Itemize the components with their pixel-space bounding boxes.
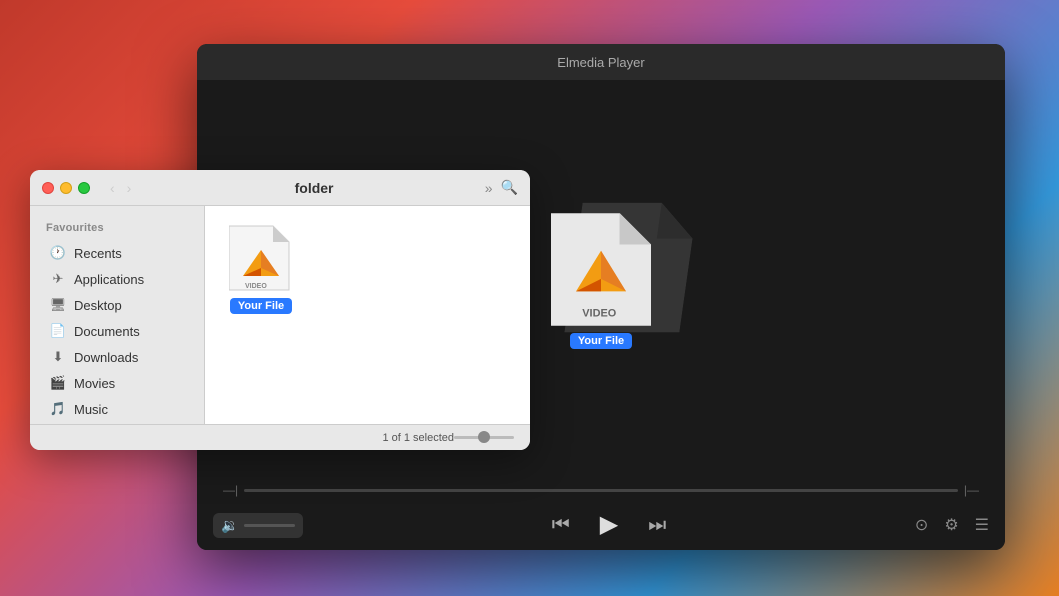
sidebar-item-label-movies: Movies	[74, 376, 115, 391]
player-title: Elmedia Player	[557, 55, 644, 70]
music-icon: 🎵	[50, 401, 66, 417]
finder-main: VIDEO Your File	[205, 206, 530, 424]
finder-file-label: Your File	[230, 298, 292, 314]
sidebar-item-label-applications: Applications	[74, 272, 144, 287]
window-controls	[42, 182, 90, 194]
slider-thumb	[478, 431, 490, 443]
nav-forward-button[interactable]: ›	[123, 178, 136, 198]
svg-text:VIDEO: VIDEO	[582, 307, 616, 319]
sidebar-item-documents[interactable]: 📄 Documents	[34, 318, 200, 344]
documents-icon: 📄	[50, 323, 66, 339]
play-button[interactable]: ▶	[600, 513, 618, 537]
volume-icon: 🔉	[221, 517, 238, 534]
statusbar-status: 1 of 1 selected	[382, 432, 454, 444]
progress-bar-area: —| |—	[197, 480, 1005, 500]
transport-controls: ⏮ ▶ ⏭	[303, 513, 915, 537]
player-file-display: VIDEO Your File	[501, 180, 701, 380]
progress-track[interactable]	[244, 489, 958, 492]
file-grid: VIDEO Your File	[221, 222, 514, 314]
finder-statusbar: 1 of 1 selected	[30, 424, 530, 450]
applications-icon: ✈	[50, 271, 66, 287]
expand-button[interactable]: »	[485, 179, 493, 196]
sidebar-item-music[interactable]: 🎵 Music	[34, 396, 200, 422]
prev-button[interactable]: ⏮	[552, 515, 570, 535]
sidebar-item-recents[interactable]: 🕐 Recents	[34, 240, 200, 266]
file-icon-svg: VIDEO	[551, 212, 651, 327]
volume-bar[interactable]	[244, 524, 295, 527]
nav-arrows: ‹ ›	[106, 178, 135, 198]
recents-icon: 🕐	[50, 245, 66, 261]
folder-title: folder	[143, 180, 484, 196]
sidebar-item-desktop[interactable]: 🖥 Desktop	[34, 292, 200, 318]
desktop-icon: 🖥	[50, 297, 66, 313]
zoom-slider[interactable]	[454, 436, 514, 439]
search-button[interactable]: 🔍	[501, 179, 518, 196]
sidebar-item-label-downloads: Downloads	[74, 350, 138, 365]
sidebar-item-label-documents: Documents	[74, 324, 140, 339]
movies-icon: 🎬	[50, 375, 66, 391]
close-button[interactable]	[42, 182, 54, 194]
finder-window: ‹ › folder » 🔍 Favourites 🕐 Recents ✈ Ap…	[30, 170, 530, 450]
sidebar-item-label-desktop: Desktop	[74, 298, 122, 313]
right-controls: ⊙ ⚙ ☰	[915, 515, 989, 535]
progress-expand-left[interactable]: —|	[217, 483, 244, 497]
progress-expand-right[interactable]: |—	[958, 483, 985, 497]
player-controls: —| |— 🔉 ⏮ ▶ ⏭ ⊙ ⚙ ☰	[197, 480, 1005, 550]
player-file-icon: VIDEO Your File	[551, 212, 651, 349]
maximize-button[interactable]	[78, 182, 90, 194]
sidebar-item-label-recents: Recents	[74, 246, 122, 261]
player-titlebar: Elmedia Player	[197, 44, 1005, 80]
statusbar-slider	[454, 436, 514, 439]
sidebar-item-applications[interactable]: ✈ Applications	[34, 266, 200, 292]
nav-back-button[interactable]: ‹	[106, 178, 119, 198]
file-item[interactable]: VIDEO Your File	[221, 222, 301, 314]
svg-text:VIDEO: VIDEO	[245, 283, 267, 290]
sidebar-item-label-music: Music	[74, 402, 108, 417]
finder-sidebar: Favourites 🕐 Recents ✈ Applications 🖥 De…	[30, 206, 205, 424]
playlist-button[interactable]: ☰	[975, 515, 989, 535]
finder-titlebar: ‹ › folder » 🔍	[30, 170, 530, 206]
file-icon-svg-finder: VIDEO	[229, 222, 293, 294]
downloads-icon: ⬇	[50, 349, 66, 365]
airplay-button[interactable]: ⊙	[915, 515, 928, 535]
controls-row: 🔉 ⏮ ▶ ⏭ ⊙ ⚙ ☰	[197, 500, 1005, 550]
settings-button[interactable]: ⚙	[944, 515, 958, 535]
next-button[interactable]: ⏭	[648, 515, 666, 535]
minimize-button[interactable]	[60, 182, 72, 194]
sidebar-section-label: Favourites	[30, 218, 204, 240]
titlebar-right: » 🔍	[485, 179, 518, 196]
finder-body: Favourites 🕐 Recents ✈ Applications 🖥 De…	[30, 206, 530, 424]
player-file-label: Your File	[570, 333, 632, 349]
sidebar-item-movies[interactable]: 🎬 Movies	[34, 370, 200, 396]
sidebar-item-downloads[interactable]: ⬇ Downloads	[34, 344, 200, 370]
volume-control: 🔉	[213, 513, 303, 538]
